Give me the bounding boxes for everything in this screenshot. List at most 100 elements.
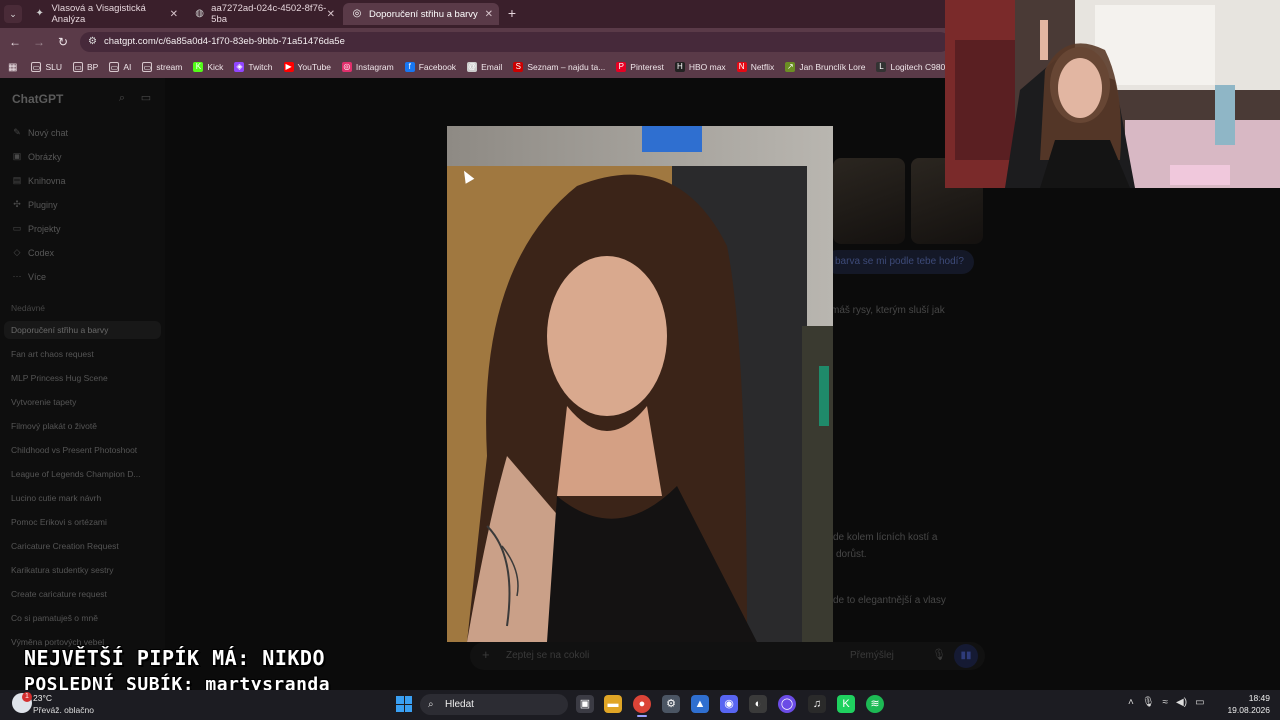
tab-search-dropdown[interactable]: ⌄	[4, 5, 22, 23]
thumbnail[interactable]	[833, 158, 905, 244]
new-tab-button[interactable]: +	[504, 5, 520, 21]
recent-chat-item[interactable]: Co si pamatuješ o mně	[11, 613, 98, 623]
sidebar-nav-item[interactable]: ▭ Projekty	[12, 223, 61, 234]
search-icon[interactable]: ⌕	[116, 92, 128, 104]
bookmark-item[interactable]: ◎ Instagram	[341, 62, 394, 72]
bookmark-label: Twitch	[248, 62, 273, 72]
wifi-icon[interactable]: ≈	[1163, 697, 1169, 708]
taskbar-search-label: Hledat	[445, 699, 474, 710]
bookmark-item[interactable]: P Pinterest	[616, 62, 664, 72]
recent-chat-item[interactable]: Filmový plakát o životě	[11, 421, 97, 431]
site-info-icon[interactable]: ⚙	[88, 32, 97, 52]
weather-temperature[interactable]: 23°C	[33, 693, 52, 703]
webcam-image	[945, 0, 1280, 188]
photos-icon[interactable]: ▲	[691, 695, 709, 713]
clock-date[interactable]: 19.08.2026	[1222, 705, 1270, 715]
bookmark-item[interactable]: N Netflix	[736, 62, 774, 72]
sidebar-nav-item[interactable]: ✣ Pluginy	[12, 199, 57, 210]
microphone-icon[interactable]: 🎙	[1142, 697, 1155, 708]
close-tab-icon[interactable]: ✕	[327, 9, 335, 20]
apps-icon[interactable]: ▦	[8, 62, 17, 73]
battery-icon[interactable]: ▭	[1195, 697, 1204, 708]
sidebar-nav-label: Knihovna	[28, 175, 66, 186]
more-icon: ⋯	[12, 271, 22, 281]
bookmark-item[interactable]: S Seznam – najdu ta...	[513, 62, 605, 72]
recent-chat-item[interactable]: Doporučení střihu a barvy	[11, 325, 108, 335]
library-icon: ▤	[12, 175, 22, 185]
composer-input[interactable]: Zeptej se na cokoli	[506, 650, 589, 661]
bookmark-item[interactable]: @ Email	[467, 62, 502, 72]
sidebar-nav-item[interactable]: ⋯ Více	[12, 271, 47, 282]
webcam-feed	[945, 0, 1280, 188]
chrome-icon[interactable]: ●	[633, 695, 651, 713]
bookmark-item[interactable]: H HBO max	[674, 62, 726, 72]
bookmark-item[interactable]: f Facebook	[404, 62, 456, 72]
bookmark-label: Jan Brunclík Lore	[799, 62, 866, 72]
close-tab-icon[interactable]: ✕	[170, 9, 178, 20]
selfie-photo	[447, 126, 833, 642]
bookmark-item[interactable]: ▭ stream	[142, 62, 182, 72]
plugins-icon: ✣	[13, 199, 21, 209]
obs-icon[interactable]: ◐	[749, 695, 767, 713]
sidebar-nav-item[interactable]: ▤ Knihovna	[12, 175, 66, 186]
close-tab-icon[interactable]: ✕	[485, 9, 493, 20]
brand-title[interactable]: ChatGPT	[12, 92, 63, 106]
tab-active-doporuceni[interactable]: ◎ Doporučení střihu a barvy ✕	[343, 3, 499, 25]
messenger-icon[interactable]: ◯	[778, 695, 796, 713]
music-icon[interactable]: ♫	[808, 695, 826, 713]
sidebar-nav-label: Více	[28, 271, 47, 282]
back-icon[interactable]: ←	[7, 34, 23, 50]
logitech-icon: L	[876, 62, 887, 72]
recent-chat-item[interactable]: Create caricature request	[11, 589, 107, 599]
recent-chat-item[interactable]: Karikatura studentky sestry	[11, 565, 114, 575]
recent-chat-item[interactable]: MLP Princess Hug Scene	[11, 373, 108, 383]
sidebar-nav-item[interactable]: ▣ Obrázky	[12, 151, 62, 162]
clock-time[interactable]: 18:49	[1240, 693, 1270, 703]
sidebar-nav-item[interactable]: ◇ Codex	[12, 247, 54, 258]
volume-icon[interactable]: ◀)	[1176, 697, 1187, 708]
recent-chat-item[interactable]: Lucino cutie mark návrh	[11, 493, 101, 503]
tab-vlasova[interactable]: ✦ Vlasová a Visagistická Analýza ✕	[26, 3, 184, 25]
recent-chat-item[interactable]: League of Legends Champion D...	[11, 469, 140, 479]
bookmark-item[interactable]: ▭ AI	[109, 62, 131, 72]
address-bar[interactable]: ⚙ chatgpt.com/c/6a85a0d4-1f70-83eb-9bbb-…	[80, 32, 950, 52]
codex-icon: ◇	[13, 247, 21, 257]
file-explorer-icon[interactable]: ▬	[604, 695, 622, 713]
taskbar-search[interactable]: ⌕ Hledat	[420, 694, 568, 715]
recent-chat-item[interactable]: Childhood vs Present Photoshoot	[11, 445, 137, 455]
tab-uuid[interactable]: ◍ aa7272ad-024c-4502-8f76-5ba ✕	[186, 3, 341, 25]
recent-chat-item[interactable]: Vytvorenie tapety	[11, 397, 76, 407]
weather-description[interactable]: Převáž. oblačno	[33, 705, 94, 715]
sidebar-toggle-icon[interactable]: ▭	[140, 92, 152, 104]
chevron-up-icon[interactable]: ˄	[1128, 697, 1134, 708]
microphone-icon[interactable]: 🎙	[932, 648, 946, 661]
weather-alert-badge: 1	[22, 692, 32, 702]
sidebar-nav-item[interactable]: ✎ Nový chat	[12, 127, 68, 138]
forward-icon[interactable]: →	[31, 34, 47, 50]
discord-icon[interactable]: ◉	[720, 695, 738, 713]
settings-icon[interactable]: ⚙	[662, 695, 680, 713]
bookmark-item[interactable]: LLogitech C980 Stre	[876, 62, 945, 72]
spotify-icon[interactable]: ≋	[866, 695, 884, 713]
instagram-icon: ◎	[341, 62, 352, 72]
bookmark-item[interactable]: ◈ Twitch	[234, 62, 273, 72]
youtube-icon: ▶	[283, 62, 294, 72]
enlarged-photo[interactable]	[447, 126, 833, 642]
task-view-icon[interactable]: ▣	[576, 695, 594, 713]
start-button[interactable]	[396, 696, 412, 712]
bookmark-item[interactable]: ↗ Jan Brunclík Lore	[785, 62, 865, 72]
bookmark-item[interactable]: ▭ BP	[73, 62, 98, 72]
recent-chat-item[interactable]: Pomoc Erikovi s ortézami	[11, 517, 107, 527]
voice-mode-button[interactable]: ▮▮	[954, 644, 978, 668]
recent-chat-item[interactable]: Fan art chaos request	[11, 349, 94, 359]
recent-chat-item[interactable]: Caricature Creation Request	[11, 541, 119, 551]
system-tray: ˄ 🎙 ≈ ◀) ▭	[1128, 697, 1205, 708]
bookmark-item[interactable]: K Kick	[193, 62, 223, 72]
think-toggle[interactable]: Přemýšlej	[850, 650, 894, 661]
bookmark-item[interactable]: ▶ YouTube	[283, 62, 331, 72]
reload-icon[interactable]: ↻	[55, 34, 71, 50]
bookmark-label: BP	[87, 62, 99, 72]
attach-plus-icon[interactable]: +	[482, 647, 490, 662]
bookmark-item[interactable]: ▭ SLU	[31, 62, 62, 72]
kick-app-icon[interactable]: K	[837, 695, 855, 713]
